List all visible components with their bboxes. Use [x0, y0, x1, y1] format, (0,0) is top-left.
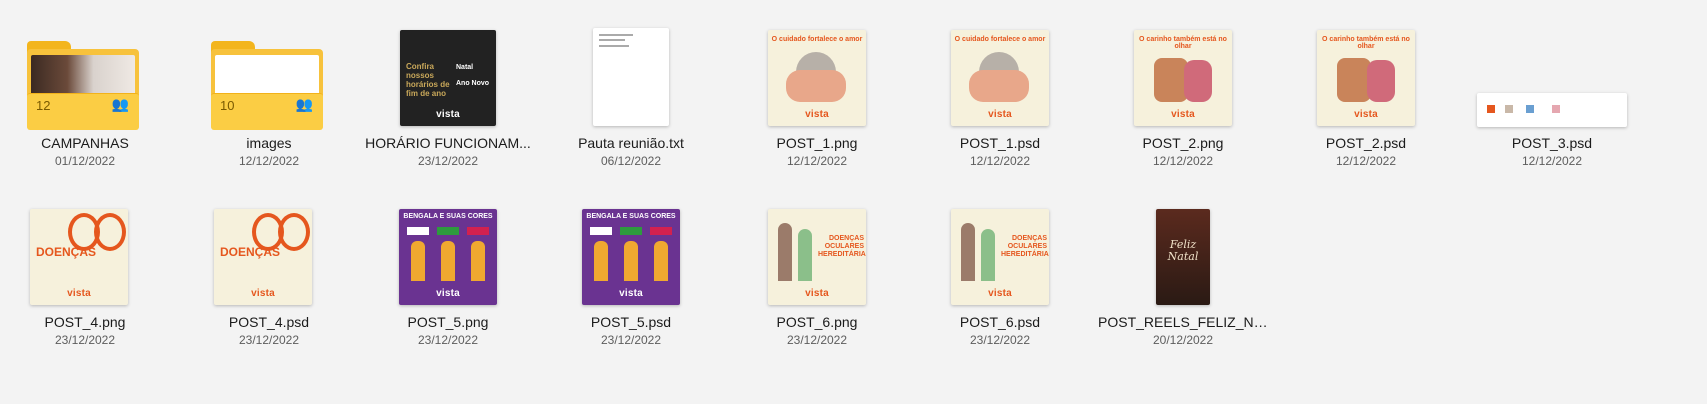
image-thumbnail: DOENÇAS vista	[214, 209, 312, 305]
shared-people-icon: 👥	[111, 96, 129, 112]
file-item-post1-png[interactable]: O cuidado fortalece o amor vista POST_1.…	[732, 24, 902, 194]
thumb-brand: vista	[67, 288, 91, 299]
file-name: POST_4.png	[44, 314, 126, 330]
folder-icon: 10 👥	[211, 41, 323, 130]
thumb-brand: vista	[988, 109, 1012, 120]
file-date: 01/12/2022	[54, 154, 116, 168]
thumb-text: O cuidado fortalece o amor	[771, 36, 863, 43]
image-thumbnail: O cuidado fortalece o amor vista	[768, 30, 866, 126]
file-name: POST_5.psd	[590, 314, 672, 330]
image-thumbnail: O carinho também está no olhar vista	[1317, 30, 1415, 126]
file-name: POST_3.psd	[1511, 135, 1593, 151]
file-date: 23/12/2022	[54, 333, 116, 347]
image-thumbnail: Confira nossos horários de fim de ano Na…	[400, 30, 496, 126]
thumb-text: O carinho também está no olhar	[1139, 36, 1227, 50]
file-item-images[interactable]: 10 👥 images 12/12/2022	[184, 24, 354, 194]
file-date: 06/12/2022	[600, 154, 662, 168]
thumb-text-ano-novo: Ano Novo	[456, 80, 490, 87]
file-name: POST_4.psd	[228, 314, 310, 330]
thumb-brand: vista	[988, 288, 1012, 299]
file-date: 12/12/2022	[1152, 154, 1214, 168]
file-date: 12/12/2022	[786, 154, 848, 168]
text-file-thumbnail	[593, 28, 669, 126]
thumb-text: O cuidado fortalece o amor	[954, 36, 1046, 43]
thumb-text: DOENÇAS OCULARES HEREDITÁRIAS	[1001, 235, 1049, 258]
file-name: images	[246, 135, 292, 151]
image-thumbnail: DOENÇAS OCULARES HEREDITÁRIAS vista	[768, 209, 866, 305]
file-date: 23/12/2022	[417, 333, 479, 347]
file-date: 12/12/2022	[238, 154, 300, 168]
image-thumbnail: BENGALA E SUAS CORES vista	[582, 209, 680, 305]
file-date: 23/12/2022	[417, 154, 479, 168]
file-date: 12/12/2022	[1335, 154, 1397, 168]
file-item-post1-psd[interactable]: O cuidado fortalece o amor vista POST_1.…	[915, 24, 1085, 194]
file-name: POST_6.psd	[959, 314, 1041, 330]
file-item-post6-png[interactable]: DOENÇAS OCULARES HEREDITÁRIAS vista POST…	[732, 203, 902, 373]
thumb-brand: vista	[251, 288, 275, 299]
file-name: HORÁRIO FUNCIONAM...	[365, 135, 531, 151]
file-date: 12/12/2022	[969, 154, 1031, 168]
thumb-text: DOENÇAS	[36, 245, 97, 259]
thumb-text: BENGALA E SUAS CORES	[586, 213, 676, 220]
file-item-post4-png[interactable]: DOENÇAS vista POST_4.png 23/12/2022	[0, 203, 170, 373]
folder-icon: 12 👥	[27, 41, 139, 130]
image-thumbnail: BENGALA E SUAS CORES vista	[399, 209, 497, 305]
thumb-text: DOENÇAS OCULARES HEREDITÁRIAS	[818, 235, 866, 258]
file-item-post3-psd[interactable]: POST_3.psd 12/12/2022	[1467, 24, 1637, 194]
file-item-campanhas[interactable]: 12 👥 CAMPANHAS 01/12/2022	[0, 24, 170, 194]
file-date: 23/12/2022	[969, 333, 1031, 347]
file-name: POST_6.png	[776, 314, 858, 330]
thumb-brand: vista	[436, 288, 460, 299]
image-thumbnail: O cuidado fortalece o amor vista	[951, 30, 1049, 126]
file-name: POST_1.psd	[959, 135, 1041, 151]
file-grid: 12 👥 CAMPANHAS 01/12/2022 10 👥 images 12…	[0, 0, 1707, 404]
file-name: POST_5.png	[407, 314, 489, 330]
file-name: POST_REELS_FELIZ_NAT...	[1098, 314, 1268, 330]
thumb-text: DOENÇAS	[220, 245, 281, 259]
shared-people-icon: 👥	[295, 96, 313, 112]
file-item-post2-psd[interactable]: O carinho também está no olhar vista POS…	[1281, 24, 1451, 194]
thumb-brand: vista	[1171, 109, 1195, 120]
image-thumbnail: Feliz Natal	[1156, 209, 1210, 305]
thumb-brand: vista	[805, 109, 829, 120]
file-name: POST_1.png	[776, 135, 858, 151]
file-item-pauta[interactable]: Pauta reunião.txt 06/12/2022	[546, 24, 716, 194]
image-thumbnail: O carinho também está no olhar vista	[1134, 30, 1232, 126]
file-date: 23/12/2022	[786, 333, 848, 347]
image-thumbnail: DOENÇAS OCULARES HEREDITÁRIAS vista	[951, 209, 1049, 305]
image-thumbnail: DOENÇAS vista	[30, 209, 128, 305]
file-date: 20/12/2022	[1152, 333, 1214, 347]
file-name: POST_2.psd	[1325, 135, 1407, 151]
file-name: POST_2.png	[1142, 135, 1224, 151]
thumb-text-natal: Natal	[456, 64, 474, 71]
file-item-horario[interactable]: Confira nossos horários de fim de ano Na…	[363, 24, 533, 194]
thumb-text: Confira nossos horários de fim de ano	[406, 62, 450, 98]
file-name: CAMPANHAS	[41, 135, 129, 151]
thumb-brand: vista	[805, 288, 829, 299]
thumb-text: BENGALA E SUAS CORES	[403, 213, 493, 220]
thumb-text: O carinho também está no olhar	[1322, 36, 1410, 50]
file-item-post-reels[interactable]: Feliz Natal POST_REELS_FELIZ_NAT... 20/1…	[1098, 203, 1268, 373]
file-name: Pauta reunião.txt	[578, 135, 684, 151]
thumb-brand: vista	[619, 288, 643, 299]
thumb-brand: vista	[1354, 109, 1378, 120]
file-item-post2-png[interactable]: O carinho também está no olhar vista POS…	[1098, 24, 1268, 194]
image-thumbnail	[1477, 93, 1627, 127]
file-date: 23/12/2022	[600, 333, 662, 347]
file-date: 23/12/2022	[238, 333, 300, 347]
file-date: 12/12/2022	[1521, 154, 1583, 168]
thumb-brand: vista	[436, 109, 460, 120]
thumb-text: Feliz Natal	[1167, 238, 1199, 263]
file-item-post4-psd[interactable]: DOENÇAS vista POST_4.psd 23/12/2022	[184, 203, 354, 373]
folder-item-count: 12	[36, 98, 51, 113]
folder-item-count: 10	[220, 98, 235, 113]
file-item-post6-psd[interactable]: DOENÇAS OCULARES HEREDITÁRIAS vista POST…	[915, 203, 1085, 373]
file-item-post5-psd[interactable]: BENGALA E SUAS CORES vista POST_5.psd 23…	[546, 203, 716, 373]
file-item-post5-png[interactable]: BENGALA E SUAS CORES vista POST_5.png 23…	[363, 203, 533, 373]
